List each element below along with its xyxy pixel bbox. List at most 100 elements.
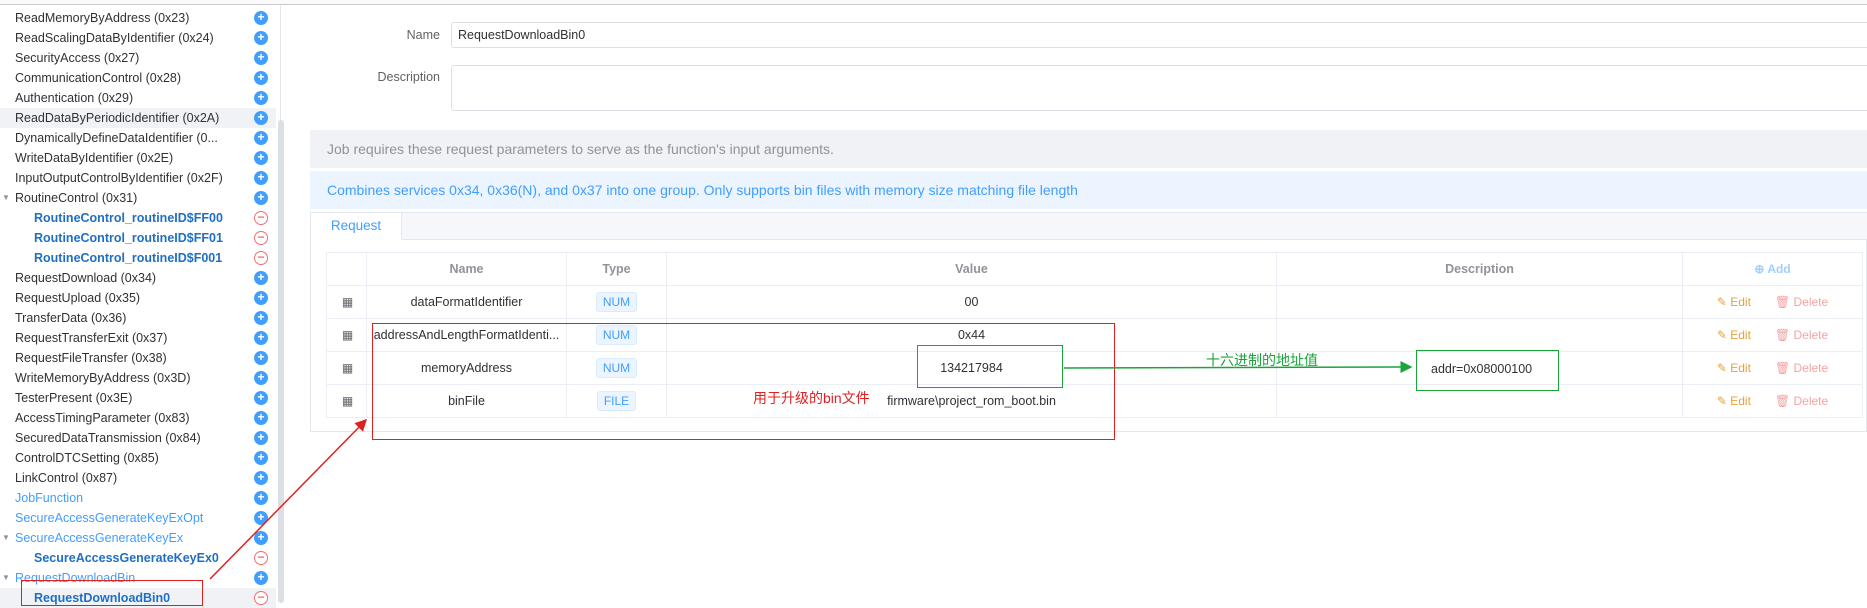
- add-column-header: ⊕ Add: [1682, 252, 1863, 286]
- delete-button[interactable]: 🗑 Delete: [1775, 361, 1828, 375]
- service-tree-sidebar: ReadMemoryByAddress (0x23) + ReadScalingDa…: [0, 5, 281, 608]
- sidebar-tree-item[interactable]: SecurityAccess (0x27) +: [0, 48, 276, 68]
- edit-button[interactable]: ✎ Edit: [1717, 328, 1751, 342]
- sidebar-tree-item[interactable]: ReadMemoryByAddress (0x23) +: [0, 8, 276, 28]
- description-column-header: Description: [1276, 252, 1683, 286]
- delete-button[interactable]: 🗑 Delete: [1775, 295, 1828, 309]
- delete-label: Delete: [1793, 295, 1829, 309]
- delete-button[interactable]: 🗑 Delete: [1775, 328, 1828, 342]
- sidebar-item-label: RequestDownload (0x34): [15, 271, 157, 285]
- add-circle-icon[interactable]: +: [254, 71, 268, 85]
- drag-handle-icon: ▦: [341, 295, 353, 309]
- add-circle-icon[interactable]: +: [254, 431, 268, 445]
- sidebar-tree-item[interactable]: JobFunction +: [0, 488, 276, 508]
- sidebar-tree-item[interactable]: TransferData (0x36) +: [0, 308, 276, 328]
- delete-label: Delete: [1793, 394, 1829, 408]
- sidebar-tree-item[interactable]: ControlDTCSetting (0x85) +: [0, 448, 276, 468]
- caret-down-icon[interactable]: ▼: [2, 188, 10, 208]
- remove-circle-icon[interactable]: −: [254, 211, 268, 225]
- sidebar-item-label: RoutineControl_routineID$FF00: [34, 211, 223, 225]
- sidebar-item-label: RoutineControl_routineID$F001: [34, 251, 223, 265]
- sidebar-tree-item[interactable]: RoutineControl_routineID$FF00 −: [0, 208, 276, 228]
- remove-circle-icon[interactable]: −: [254, 551, 268, 565]
- sidebar-item-label: ReadDataByPeriodicIdentifier (0x2A): [15, 111, 220, 125]
- sidebar-tree-item[interactable]: RoutineControl_routineID$FF01 −: [0, 228, 276, 248]
- param-value-cell[interactable]: 00: [666, 285, 1277, 319]
- edit-icon: ✎: [1716, 295, 1727, 309]
- sidebar-tree-item[interactable]: WriteDataByIdentifier (0x2E) +: [0, 148, 276, 168]
- sidebar-item-label: SecuredDataTransmission (0x84): [15, 431, 201, 445]
- sidebar-tree-item[interactable]: SecureAccessGenerateKeyExOpt +: [0, 508, 276, 528]
- edit-button[interactable]: ✎ Edit: [1717, 295, 1751, 309]
- sidebar-scrollbar[interactable]: [278, 120, 284, 603]
- param-description-cell[interactable]: [1276, 318, 1683, 352]
- sidebar-tree-item[interactable]: RequestDownload (0x34) +: [0, 268, 276, 288]
- add-circle-icon[interactable]: +: [254, 411, 268, 425]
- add-circle-icon[interactable]: +: [254, 191, 268, 205]
- caret-down-icon[interactable]: ▼: [2, 568, 10, 588]
- edit-button[interactable]: ✎ Edit: [1717, 394, 1751, 408]
- name-input[interactable]: RequestDownloadBin0: [451, 22, 1867, 48]
- sidebar-tree-item[interactable]: ReadScalingDataByIdentifier (0x24) +: [0, 28, 276, 48]
- remove-circle-icon[interactable]: −: [254, 251, 268, 265]
- sidebar-tree-item[interactable]: AccessTimingParameter (0x83) +: [0, 408, 276, 428]
- add-circle-icon[interactable]: +: [254, 11, 268, 25]
- drag-handle[interactable]: ▦: [326, 384, 367, 418]
- sidebar-tree-item[interactable]: LinkControl (0x87) +: [0, 468, 276, 488]
- remove-circle-icon[interactable]: −: [254, 231, 268, 245]
- add-circle-icon[interactable]: +: [254, 451, 268, 465]
- sidebar-tree-item[interactable]: TesterPresent (0x3E) +: [0, 388, 276, 408]
- drag-handle[interactable]: ▦: [326, 285, 367, 319]
- add-row-button[interactable]: ⊕ Add: [1754, 262, 1790, 276]
- sidebar-item-label: DynamicallyDefineDataIdentifier (0...: [15, 131, 218, 145]
- add-circle-icon[interactable]: +: [254, 131, 268, 145]
- sidebar-item-label: ReadMemoryByAddress (0x23): [15, 11, 190, 25]
- sidebar-tree-item[interactable]: Authentication (0x29) +: [0, 88, 276, 108]
- add-circle-icon[interactable]: +: [254, 151, 268, 165]
- sidebar-item-label: RequestFileTransfer (0x38): [15, 351, 167, 365]
- sidebar-tree-item[interactable]: RequestTransferExit (0x37) +: [0, 328, 276, 348]
- sidebar-tree-item[interactable]: RequestUpload (0x35) +: [0, 288, 276, 308]
- add-label: Add: [1767, 262, 1791, 276]
- add-circle-icon[interactable]: +: [254, 491, 268, 505]
- sidebar-tree-item[interactable]: InputOutputControlByIdentifier (0x2F) +: [0, 168, 276, 188]
- param-description-cell[interactable]: [1276, 285, 1683, 319]
- name-label: Name: [406, 28, 440, 42]
- add-circle-icon[interactable]: +: [254, 391, 268, 405]
- drag-handle[interactable]: ▦: [326, 351, 367, 385]
- sidebar-tree-item[interactable]: RoutineControl_routineID$F001 −: [0, 248, 276, 268]
- edit-label: Edit: [1730, 361, 1751, 375]
- add-circle-icon[interactable]: +: [254, 271, 268, 285]
- delete-button[interactable]: 🗑 Delete: [1775, 394, 1828, 408]
- add-circle-icon[interactable]: +: [254, 51, 268, 65]
- drag-handle[interactable]: ▦: [326, 318, 367, 352]
- add-circle-icon[interactable]: +: [254, 571, 268, 585]
- caret-down-icon[interactable]: ▼: [2, 528, 10, 548]
- sidebar-tree-item[interactable]: ▼ SecureAccessGenerateKeyEx +: [0, 528, 276, 548]
- sidebar-tree-item[interactable]: SecureAccessGenerateKeyEx0 −: [0, 548, 276, 568]
- sidebar-tree-item[interactable]: RequestFileTransfer (0x38) +: [0, 348, 276, 368]
- add-circle-icon[interactable]: +: [254, 531, 268, 545]
- add-circle-icon[interactable]: +: [254, 371, 268, 385]
- sidebar-item-label: ReadScalingDataByIdentifier (0x24): [15, 31, 214, 45]
- delete-label: Delete: [1793, 328, 1829, 342]
- edit-button[interactable]: ✎ Edit: [1717, 361, 1751, 375]
- sidebar-tree-item[interactable]: ReadDataByPeriodicIdentifier (0x2A) +: [0, 108, 276, 128]
- sidebar-tree-item[interactable]: CommunicationControl (0x28) +: [0, 68, 276, 88]
- add-circle-icon[interactable]: +: [254, 511, 268, 525]
- add-circle-icon[interactable]: +: [254, 311, 268, 325]
- sidebar-tree-item[interactable]: WriteMemoryByAddress (0x3D) +: [0, 368, 276, 388]
- add-circle-icon[interactable]: +: [254, 351, 268, 365]
- add-circle-icon[interactable]: +: [254, 291, 268, 305]
- add-circle-icon[interactable]: +: [254, 471, 268, 485]
- tab-request[interactable]: Request: [311, 213, 402, 240]
- description-textarea[interactable]: [451, 65, 1867, 111]
- add-circle-icon[interactable]: +: [254, 91, 268, 105]
- sidebar-tree-item[interactable]: SecuredDataTransmission (0x84) +: [0, 428, 276, 448]
- sidebar-tree-item[interactable]: DynamicallyDefineDataIdentifier (0... +: [0, 128, 276, 148]
- add-circle-icon[interactable]: +: [254, 171, 268, 185]
- add-circle-icon[interactable]: +: [254, 331, 268, 345]
- add-circle-icon[interactable]: +: [254, 31, 268, 45]
- sidebar-tree-item[interactable]: ▼ RoutineControl (0x31) +: [0, 188, 276, 208]
- add-circle-icon[interactable]: +: [254, 111, 268, 125]
